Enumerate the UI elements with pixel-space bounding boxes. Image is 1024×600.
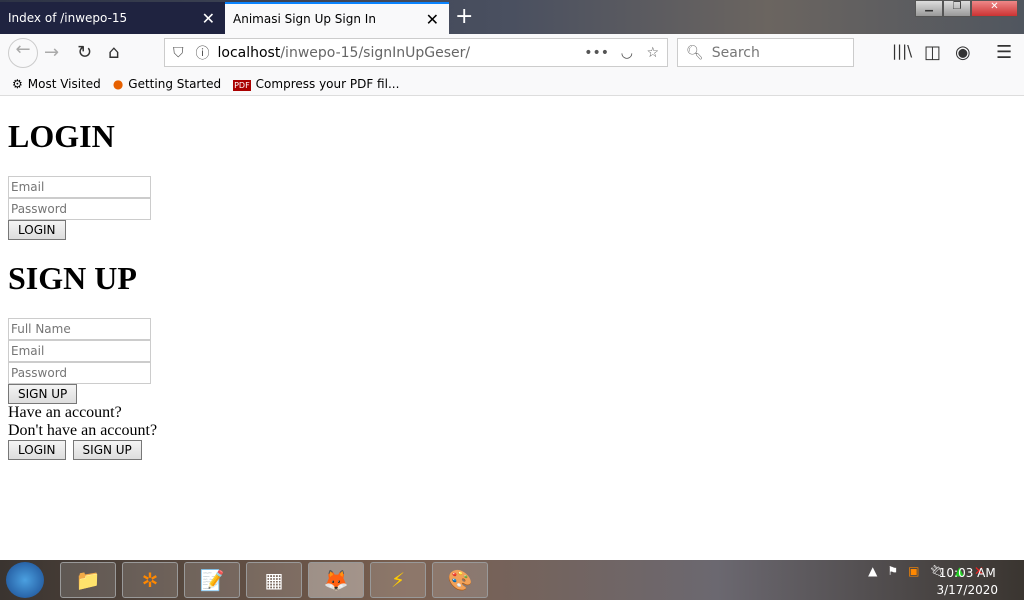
have-account-text: Have an account? [8, 404, 122, 421]
tab-active[interactable]: Animasi Sign Up Sign In ✕ [225, 2, 449, 34]
more-icon[interactable]: ••• [584, 45, 609, 61]
winamp-icon[interactable]: ⚡ [370, 562, 426, 598]
title-bar: Index of /inwepo-15 ✕ Animasi Sign Up Sig… [0, 0, 1024, 34]
search-icon: 🔍︎ [686, 44, 704, 61]
login-email-input[interactable] [8, 176, 151, 198]
menu-icon[interactable]: ☰ [996, 42, 1012, 63]
reload-icon[interactable]: ↻ [77, 42, 92, 63]
page-content: LOGIN LOGIN SIGN UP SIGN UP Have an acco… [8, 97, 157, 460]
new-tab-icon[interactable]: + [455, 4, 473, 29]
sidebar-icon[interactable]: ◫ [924, 42, 941, 63]
close-tab-icon[interactable]: ✕ [202, 9, 215, 28]
forward-icon[interactable]: → [44, 42, 59, 63]
url-host: localhost [217, 44, 281, 61]
bookmark-label: Most Visited [27, 76, 101, 91]
search-placeholder: Search [711, 44, 760, 61]
bookmark-compress-pdf[interactable]: PDF Compress your PDF fil... [233, 77, 399, 91]
bookmark-getting-started[interactable]: ● Getting Started [113, 77, 221, 91]
xampp-tray-icon[interactable]: ▣ [908, 564, 919, 578]
signup-button[interactable]: SIGN UP [8, 384, 78, 404]
tab-index[interactable]: Index of /inwepo-15 ✕ [0, 2, 225, 34]
login-title: LOGIN [8, 118, 115, 154]
clock-time: 10:03 AM [938, 566, 996, 580]
calculator-icon[interactable]: ▦ [246, 562, 302, 598]
search-input[interactable]: 🔍︎ Search [677, 38, 854, 67]
show-hidden-icon[interactable]: ▲ [868, 564, 877, 578]
signup-name-input[interactable] [8, 318, 151, 340]
bookmarks-bar: ⚙ Most Visited ● Getting Started PDF Compre… [0, 72, 1024, 96]
home-icon[interactable]: ⌂ [108, 42, 119, 63]
star-icon[interactable]: ☆ [646, 45, 659, 61]
paint-icon[interactable]: 🎨 [432, 562, 488, 598]
switch-signup-button[interactable]: SIGN UP [72, 440, 142, 460]
bookmark-label: Getting Started [128, 76, 222, 91]
url-path: /inwepo-15/signInUpGeser/ [280, 44, 471, 61]
url-bar[interactable]: ⛉ ⓘ localhost/inwepo-15/signInUpGeser/ •… [164, 38, 668, 67]
flag-icon[interactable]: ⚑ [887, 564, 898, 578]
no-account-text: Don't have an account? [8, 422, 158, 439]
login-button[interactable]: LOGIN [8, 220, 66, 240]
signup-email-input[interactable] [8, 340, 151, 362]
tab-title: Index of /inwepo-15 [8, 11, 128, 25]
switch-login-button[interactable]: LOGIN [8, 440, 66, 460]
firefox-icon: ● [112, 76, 124, 91]
signup-password-input[interactable] [8, 362, 151, 384]
login-password-input[interactable] [8, 198, 151, 220]
clock-date: 3/17/2020 [936, 583, 998, 597]
start-button[interactable] [6, 562, 44, 598]
pdf-icon: PDF [233, 79, 251, 91]
explorer-icon[interactable]: 📁 [60, 562, 116, 598]
bookmark-most-visited[interactable]: ⚙ Most Visited [12, 77, 101, 91]
shield-icon[interactable]: ⛉ [173, 45, 184, 61]
nav-bar: ← → ↻ ⌂ ⛉ ⓘ localhost/inwepo-15/signInUp… [0, 34, 1024, 72]
restore-button[interactable]: ❐ [943, 0, 971, 17]
back-icon[interactable]: ← [8, 38, 38, 68]
info-icon[interactable]: ⓘ [196, 43, 210, 63]
account-icon[interactable]: ◉ [955, 42, 971, 63]
close-window-button[interactable]: ✕ [971, 0, 1018, 17]
library-icon[interactable]: |||\ [892, 42, 912, 60]
close-tab-icon[interactable]: ✕ [426, 10, 439, 29]
notepad-icon[interactable]: 📝 [184, 562, 240, 598]
minimize-button[interactable]: ▁ [915, 0, 943, 17]
tab-title: Animasi Sign Up Sign In [233, 12, 376, 26]
firefox-taskbar-icon[interactable]: 🦊 [308, 562, 364, 598]
pocket-icon[interactable]: ◡ [621, 45, 633, 61]
taskbar: 📁 ✲ 📝 ▦ 🦊 ⚡ 🎨 ▲ ⚑ ▣ 🔌︎ ▲ ✕ 10:03 AM 3/17/… [0, 560, 1024, 600]
bookmark-label: Compress your PDF fil... [255, 76, 400, 91]
signup-title: SIGN UP [8, 260, 137, 296]
xampp-icon[interactable]: ✲ [122, 562, 178, 598]
clock[interactable]: 10:03 AM 3/17/2020 [936, 565, 998, 599]
gear-icon: ⚙ [12, 76, 23, 91]
